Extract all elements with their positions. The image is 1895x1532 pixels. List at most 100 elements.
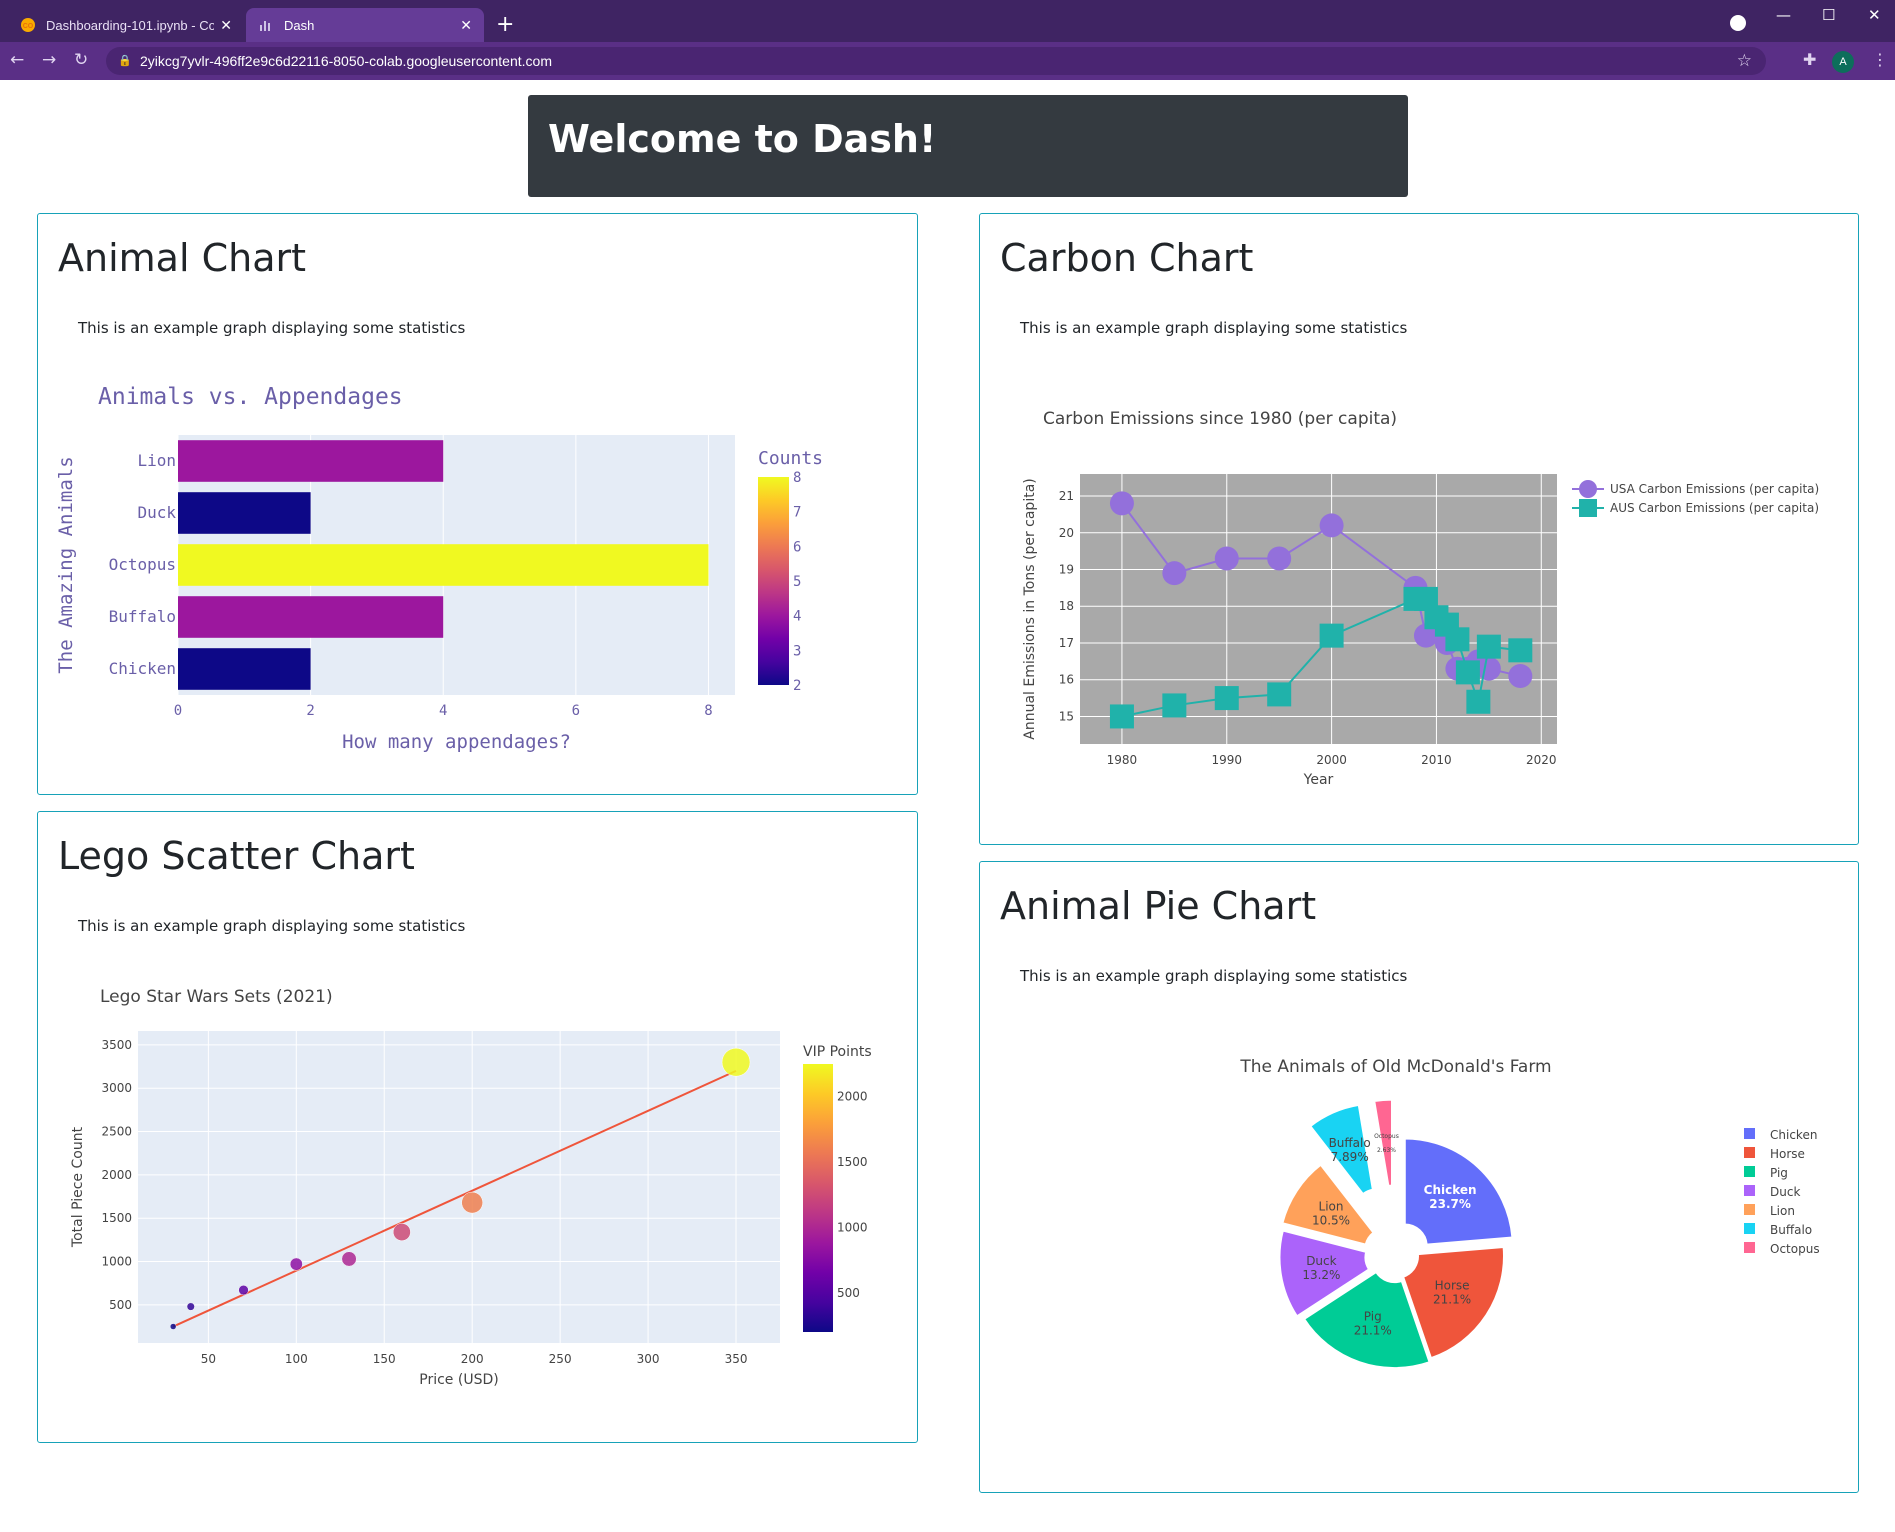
- slice-percent: 23.7%: [1429, 1197, 1471, 1211]
- colorbar-tick-label: 500: [837, 1286, 860, 1300]
- slice-label: Pig: [1364, 1309, 1382, 1323]
- pie-slice-octopus: [1373, 1098, 1393, 1188]
- usa-point: [1109, 491, 1134, 516]
- legend-label: Pig: [1770, 1166, 1788, 1180]
- usa-point: [1162, 561, 1187, 586]
- animal-bar-chart: 0 2 4 6 8 Lion Duck Octopus Buffalo Chicken Animal…: [55, 384, 823, 753]
- tab-colab[interactable]: CO Dashboarding-101.ipynb - Colab ✕: [8, 8, 244, 42]
- colorbar-tick-label: 6: [793, 539, 801, 555]
- x-tick-label: 2: [306, 703, 314, 719]
- y-tick-label: 2000: [101, 1168, 132, 1182]
- minimize-icon[interactable]: —: [1776, 6, 1791, 24]
- legend-swatch: [1744, 1223, 1755, 1234]
- tab-dash[interactable]: Dash ✕: [246, 8, 484, 42]
- y-tick-label: 15: [1059, 709, 1074, 723]
- slice-label: Chicken: [1424, 1183, 1477, 1197]
- aus-point: [1445, 627, 1470, 652]
- y-tick-label: 19: [1059, 563, 1074, 577]
- legend-label: Chicken: [1770, 1128, 1817, 1142]
- bookmark-star-icon[interactable]: ☆: [1737, 47, 1752, 75]
- tab-search-icon[interactable]: [1730, 15, 1746, 31]
- new-tab-plus-icon[interactable]: +: [496, 12, 514, 37]
- x-tick-label: 8: [704, 703, 712, 719]
- aus-point: [1455, 660, 1480, 685]
- y-tick-label: 3000: [101, 1081, 132, 1095]
- x-tick-label: 100: [285, 1352, 308, 1366]
- y-tick-label: 16: [1059, 673, 1074, 687]
- colorbar-title: Counts: [758, 448, 823, 469]
- bar-octopus: [178, 544, 709, 586]
- legend-label: Duck: [1770, 1185, 1800, 1199]
- slice-percent: 21.1%: [1433, 1293, 1471, 1307]
- lock-icon: 🔒: [118, 55, 132, 67]
- scatter-point: [721, 1047, 751, 1077]
- y-tick-label: Duck: [137, 503, 176, 522]
- aus-point: [1319, 623, 1344, 648]
- window-close-icon[interactable]: ✕: [1868, 6, 1881, 24]
- usa-point: [1319, 513, 1344, 538]
- legend-label: Buffalo: [1770, 1223, 1812, 1237]
- y-tick-label: 3500: [101, 1038, 132, 1052]
- y-tick-label: 2500: [101, 1125, 132, 1139]
- lego-chart-card: Lego Scatter Chart This is an example gr…: [37, 811, 918, 1443]
- scatter-point: [169, 1323, 177, 1330]
- y-tick-label: 18: [1059, 599, 1074, 613]
- legend-marker: [1579, 480, 1597, 498]
- legend-label: USA Carbon Emissions (per capita): [1610, 482, 1819, 496]
- legend-label: Octopus: [1770, 1242, 1820, 1256]
- legend-swatch: [1744, 1242, 1755, 1253]
- slice-label: Lion: [1319, 1199, 1344, 1213]
- y-tick-label: Chicken: [109, 659, 176, 678]
- forward-arrow-icon[interactable]: →: [42, 50, 56, 70]
- browser-menu-icon[interactable]: ⋮: [1872, 50, 1888, 69]
- colorbar: [803, 1064, 833, 1332]
- scatter-point: [461, 1191, 483, 1214]
- y-tick-label: 1500: [101, 1211, 132, 1225]
- close-tab-icon[interactable]: ✕: [460, 17, 472, 34]
- url-text: 2yikcg7yvlr-496ff2e9c6d22116-8050-colab.…: [140, 53, 552, 69]
- aus-point: [1109, 704, 1134, 729]
- chart-title: The Animals of Old McDonald's Farm: [1239, 1057, 1551, 1077]
- bar-duck: [178, 492, 311, 534]
- usa-point: [1214, 546, 1239, 571]
- extensions-puzzle-icon[interactable]: ✚: [1803, 50, 1816, 69]
- y-tick-label: Buffalo: [109, 607, 176, 626]
- close-tab-icon[interactable]: ✕: [220, 17, 232, 34]
- x-tick-label: 2010: [1421, 753, 1452, 767]
- back-arrow-icon[interactable]: ←: [10, 50, 24, 70]
- legend-marker: [1579, 499, 1597, 517]
- x-tick-label: 200: [461, 1352, 484, 1366]
- y-axis-title: Annual Emissions in Tons (per capita): [1022, 478, 1038, 739]
- usa-point: [1508, 664, 1533, 689]
- aus-point: [1214, 686, 1239, 711]
- y-tick-label: 500: [109, 1298, 132, 1312]
- reload-icon[interactable]: ↻: [74, 50, 88, 70]
- maximize-icon[interactable]: ☐: [1822, 6, 1835, 24]
- legend-label: Lion: [1770, 1204, 1795, 1218]
- slice-label: Octopus: [1374, 1133, 1399, 1140]
- usa-point: [1476, 656, 1501, 681]
- slice-label: Buffalo: [1329, 1136, 1371, 1150]
- scatter-point: [341, 1251, 357, 1267]
- slice-label: Duck: [1306, 1254, 1336, 1268]
- plot-background: [138, 1031, 780, 1343]
- x-tick-label: 2020: [1526, 753, 1557, 767]
- x-axis-title: How many appendages?: [342, 731, 571, 753]
- x-tick-label: 6: [572, 703, 580, 719]
- profile-avatar[interactable]: A: [1832, 51, 1854, 73]
- y-axis-title: Total Piece Count: [70, 1126, 86, 1248]
- y-tick-label: 20: [1059, 526, 1074, 540]
- y-tick-label: 17: [1059, 636, 1074, 650]
- y-tick-label: Octopus: [109, 555, 176, 574]
- aus-point: [1267, 682, 1292, 707]
- colorbar-tick-label: 5: [793, 574, 801, 590]
- y-axis-title: The Amazing Animals: [55, 456, 77, 673]
- scatter-point: [392, 1223, 411, 1241]
- address-bar[interactable]: 🔒 2yikcg7yvlr-496ff2e9c6d22116-8050-cola…: [106, 47, 1766, 75]
- colorbar-tick-label: 3: [793, 643, 801, 659]
- page-title: Welcome to Dash!: [548, 117, 937, 161]
- bar-lion: [178, 440, 444, 482]
- x-tick-label: 1990: [1211, 753, 1242, 767]
- carbon-chart-card: Carbon Chart This is an example graph di…: [979, 213, 1859, 845]
- address-toolbar: ← → ↻ 🔒 2yikcg7yvlr-496ff2e9c6d22116-805…: [0, 42, 1895, 80]
